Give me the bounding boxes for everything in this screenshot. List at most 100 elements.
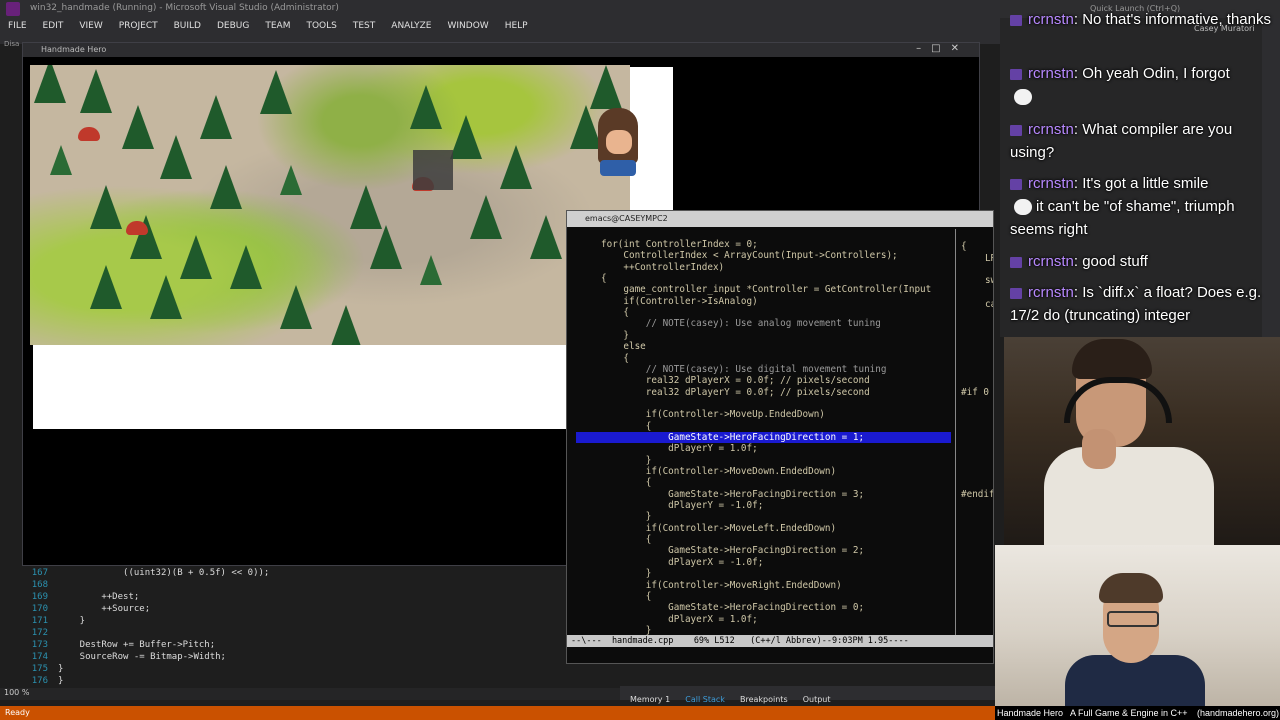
menu-edit[interactable]: EDIT [35,18,72,36]
small-tree-icon [50,145,72,175]
code-fragment: #if 0 [961,387,989,398]
chat-user: rcrnstn [1028,253,1074,270]
chat-user: rcrnstn [1028,175,1074,192]
line-number: 169 [31,592,48,602]
twitch-icon [1010,68,1022,80]
code-fragment: #endif [961,489,993,500]
tab-memory[interactable]: Memory 1 [630,695,670,704]
emacs-split-divider[interactable] [955,229,956,637]
emacs-title: emacs@CASEYMPC2 [585,214,668,223]
menu-tools[interactable]: TOOLS [298,18,344,36]
tree-icon [200,95,232,139]
menu-file[interactable]: FILE [0,18,35,36]
webcam-top [1004,337,1280,545]
person-hair [1099,573,1163,603]
emacs-code-line: ControllerIndex < ArrayCount(Input->Cont… [601,250,898,262]
emacs-code-line: { [601,477,652,489]
menu-window[interactable]: WINDOW [440,18,497,36]
tree-icon [410,85,442,129]
code-line: } [58,616,86,626]
twitch-icon [1010,256,1022,268]
emacs-code-line: game_controller_input *Controller = GetC… [601,284,932,296]
emacs-code-line: { [601,273,607,285]
status-text: Ready [5,708,30,717]
tree-icon [330,305,362,345]
emacs-code-line: } [601,511,652,523]
menu-analyze[interactable]: ANALYZE [383,18,439,36]
menu-debug[interactable]: DEBUG [209,18,257,36]
vs-menubar: FILE EDIT VIEW PROJECT BUILD DEBUG TEAM … [0,18,1000,36]
chat-text: Oh yeah Odin, I forgot [1082,65,1230,82]
emacs-code-line: // NOTE(casey): Use digital movement tun… [645,363,887,375]
code-line: ((uint32)(B + 0.5f) << 0)); [58,568,270,578]
emote-icon [1014,89,1032,106]
menu-project[interactable]: PROJECT [111,18,166,36]
window-controls-icon[interactable]: –□✕ [916,43,969,54]
chat-message: rcrnstn: No that's informative, thanks [1010,8,1272,31]
emacs-code-line: { [601,420,652,432]
hero-body [600,160,636,176]
emacs-code-line: GameState->HeroFacingDirection = 1; [601,431,865,443]
chat-message: rcrnstn: Is `diff.x` a float? Does e.g. … [1010,284,1262,324]
code-fragment: switch( [985,275,993,286]
zoom-level[interactable]: 100 % [4,688,29,697]
chat-text: good stuff [1082,253,1148,270]
tab-breakpoints[interactable]: Breakpoints [740,695,788,704]
code-fragment: case WM [985,299,993,310]
chat-user: rcrnstn [1028,65,1074,82]
vs-title: win32_handmade (Running) - Microsoft Vis… [30,3,339,13]
tab-call-stack[interactable]: Call Stack [685,695,725,704]
tree-icon [160,135,192,179]
code-line: DestRow += Buffer->Pitch; [58,640,216,650]
emacs-code-line: real32 dPlayerY = 0.0f; // pixels/second [601,386,870,398]
code-fragment: { [961,241,967,252]
emacs-code-line: { [601,307,629,319]
emacs-code-line: { [601,590,652,602]
emacs-code[interactable]: for(int ControllerIndex = 0; ControllerI… [571,239,957,639]
line-number: 168 [31,580,48,590]
menu-build[interactable]: BUILD [166,18,209,36]
tree-icon [230,245,262,289]
glasses-icon [1107,611,1159,627]
twitch-icon [1010,124,1022,136]
emacs-right-pane[interactable]: { LRESU switch( case WM #if 0 #endif [957,229,993,637]
tree-icon [590,65,622,109]
emacs-code-line: GameState->HeroFacingDirection = 3; [601,488,865,500]
chat-message: rcrnstn: good stuff [1010,250,1272,273]
emacs-code-line: ++ControllerIndex) [601,261,725,273]
menu-help[interactable]: HELP [497,18,536,36]
emacs-code-line: GameState->HeroFacingDirection = 0; [601,602,865,614]
tree-icon [90,185,122,229]
emacs-code-line: // NOTE(casey): Use analog movement tuni… [645,318,881,330]
tree-icon [370,225,402,269]
tab-output[interactable]: Output [803,695,831,704]
tree-icon [180,235,212,279]
code-line: ++Source; [58,604,151,614]
emacs-code-line: GameState->HeroFacingDirection = 2; [601,545,865,557]
emacs-code-line: if(Controller->MoveUp.EndedDown) [601,409,825,421]
menu-team[interactable]: TEAM [257,18,298,36]
line-number: 175 [31,664,48,674]
footer-url[interactable]: (handmadehero.org) [1197,708,1279,718]
line-number: 176 [31,676,48,686]
emacs-code-line: dPlayerY = 1.0f; [601,443,758,455]
vs-code-editor[interactable]: 167 ((uint32)(B + 0.5f) << 0)); 168 169 … [22,566,568,688]
chat-text: No that's informative, thanks [1082,11,1271,28]
tree-icon [470,195,502,239]
line-number: 172 [31,628,48,638]
tree-icon [150,275,182,319]
code-line: ++Dest; [58,592,140,602]
chat-user: rcrnstn [1028,284,1074,301]
emacs-window[interactable]: emacs@CASEYMPC2 for(int ControllerIndex … [566,210,994,664]
menu-test[interactable]: TEST [345,18,383,36]
chat-user: rcrnstn [1028,11,1074,28]
emote-icon [1014,199,1032,216]
emacs-code-line: { [601,352,629,364]
emacs-code-line: dPlayerY = -1.0f; [601,500,764,512]
tree-icon [500,145,532,189]
tree-icon [210,165,242,209]
menu-view[interactable]: VIEW [71,18,110,36]
emacs-titlebar: emacs@CASEYMPC2 [567,211,993,227]
vs-side-tab[interactable]: Disa [4,40,19,48]
line-number: 167 [31,568,48,578]
